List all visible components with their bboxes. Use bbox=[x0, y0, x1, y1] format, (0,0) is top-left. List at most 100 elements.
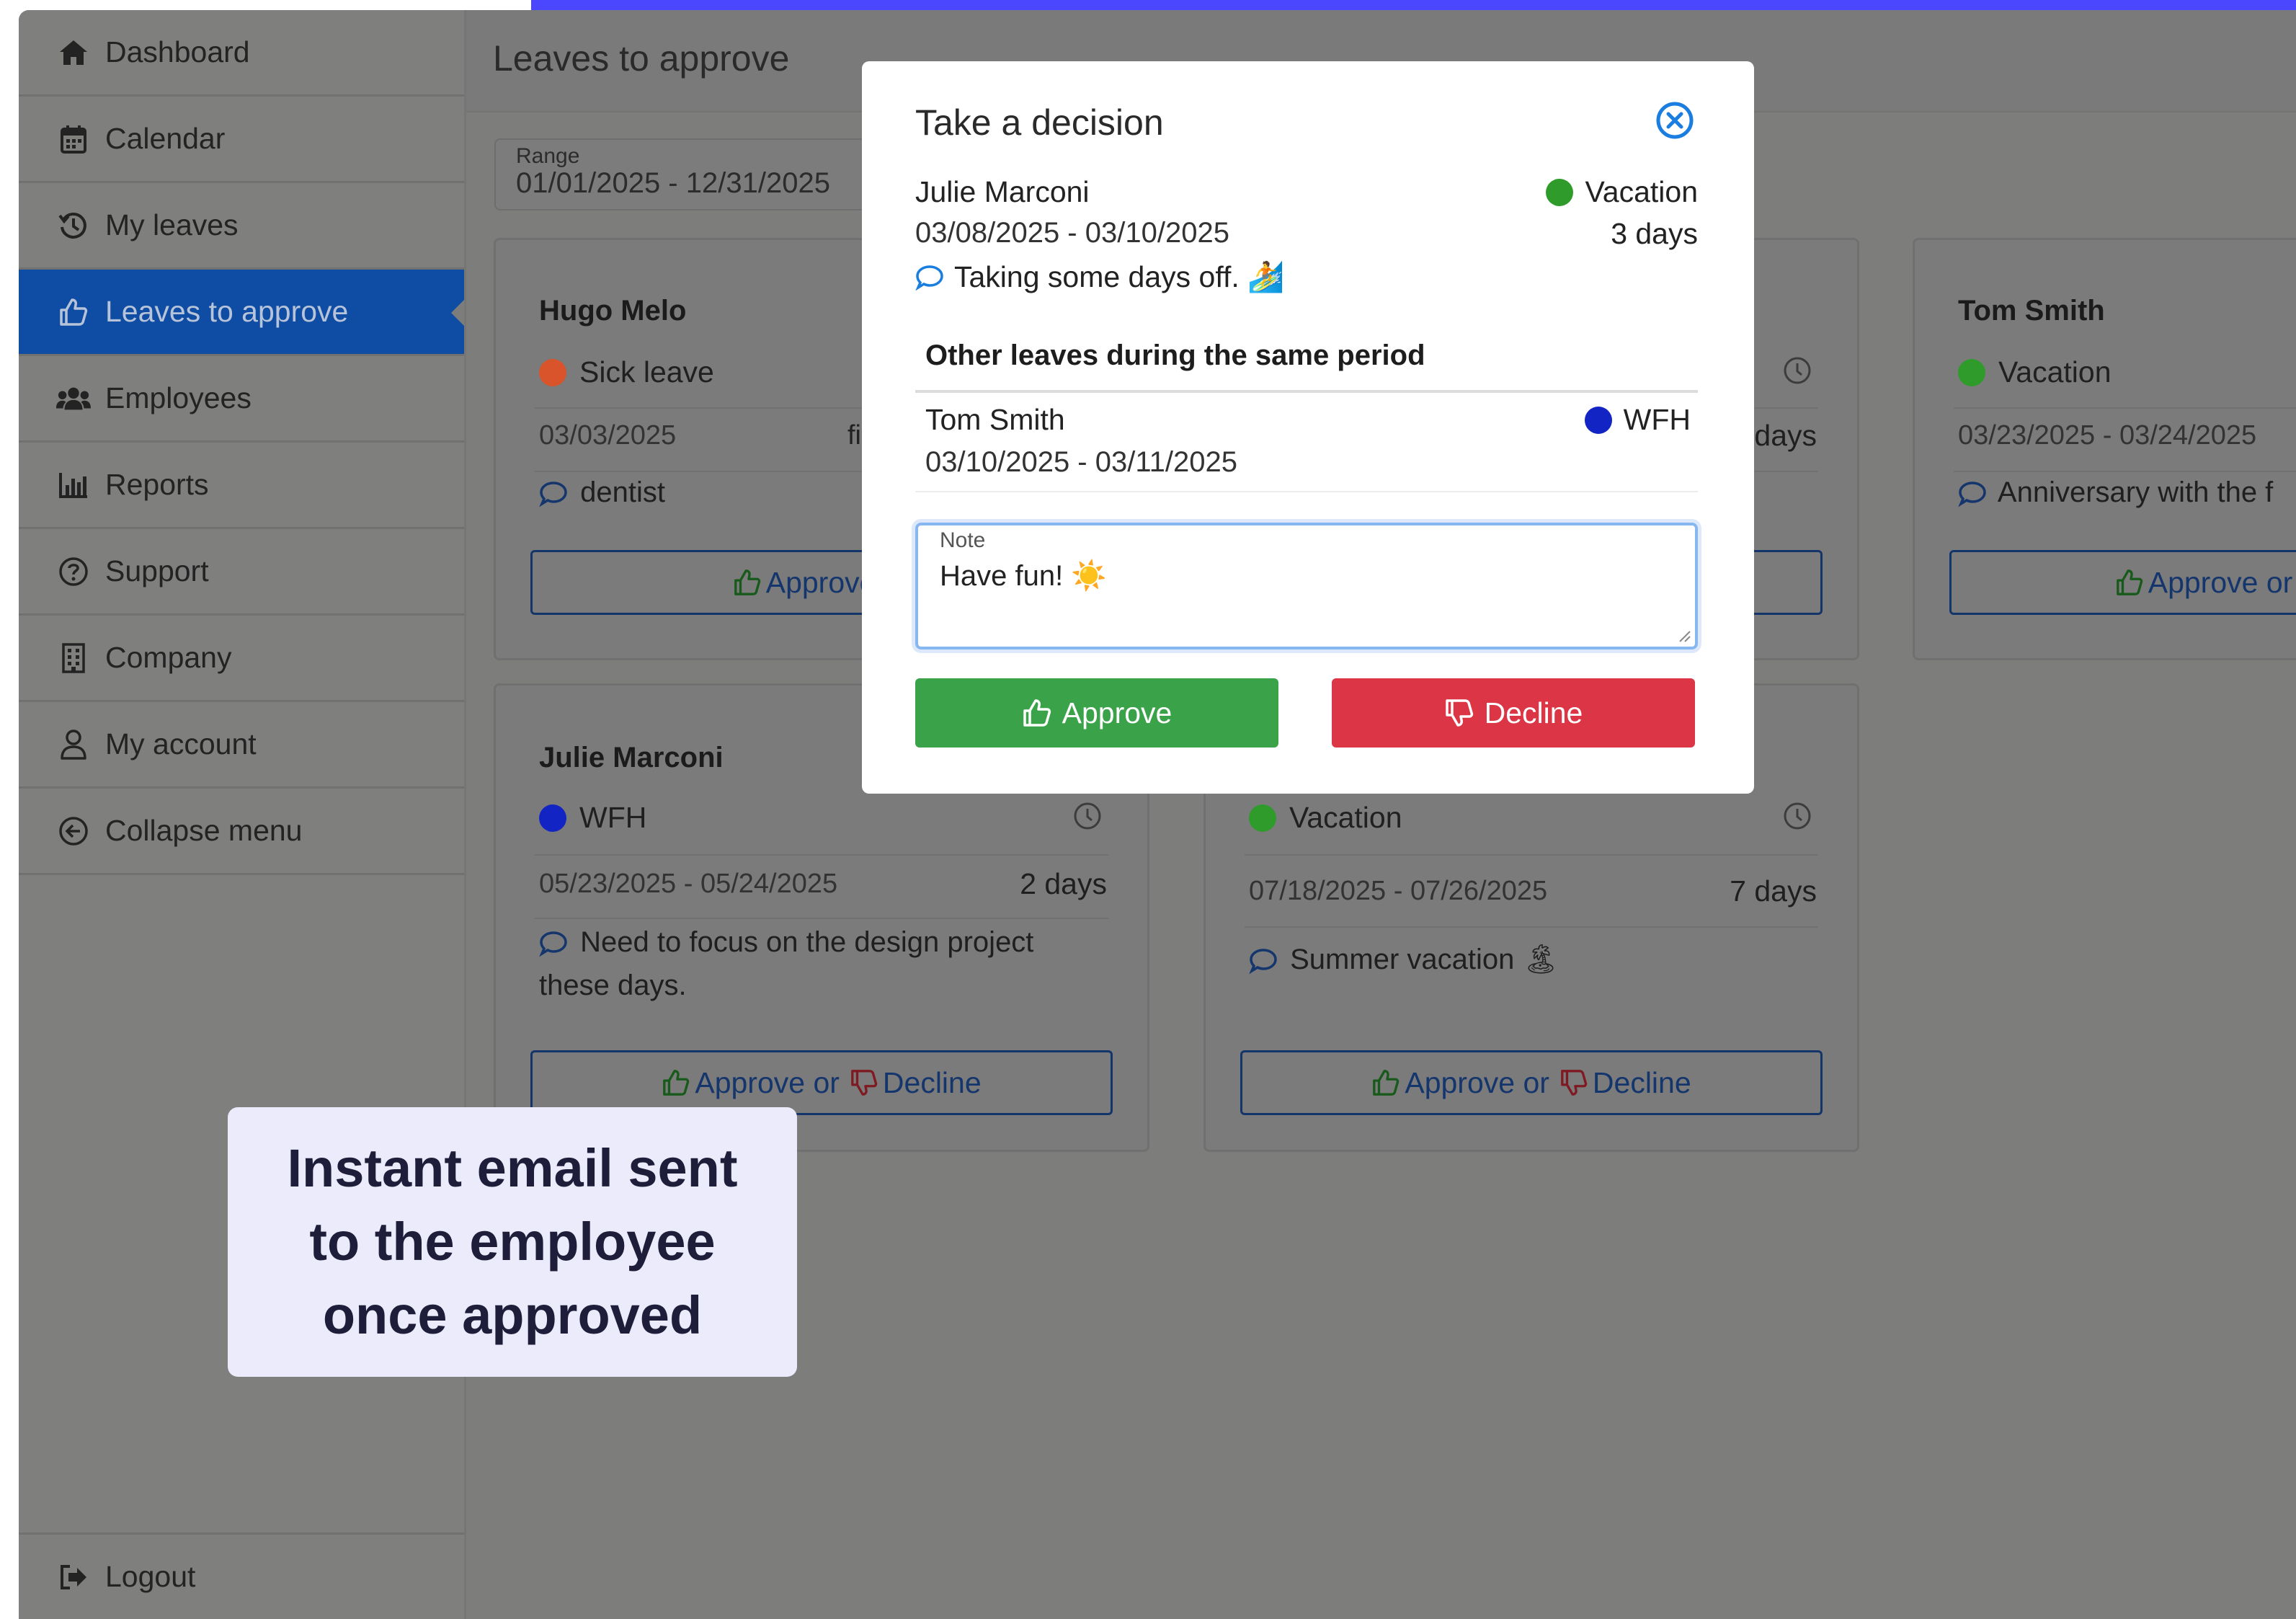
comment-text: Summer vacation 🏝 bbox=[1290, 944, 1559, 975]
sidebar-item-label: Collapse menu bbox=[105, 814, 303, 847]
sidebar-item-my-account[interactable]: My account bbox=[19, 702, 464, 789]
approve-or-decline-button[interactable]: Approve or Decline bbox=[530, 1050, 1113, 1115]
divider bbox=[535, 854, 1108, 856]
employee-name: Hugo Melo bbox=[539, 295, 687, 327]
comment-icon bbox=[915, 265, 943, 290]
leave-comment: Summer vacation 🏝 bbox=[1249, 938, 1817, 981]
info-callout: Instant email sent to the employee once … bbox=[228, 1107, 797, 1377]
leave-days-partial: fi bbox=[847, 420, 861, 451]
sick-leave-dot-icon bbox=[539, 358, 566, 386]
thumbs-down-icon bbox=[1561, 1070, 1588, 1096]
divider bbox=[1245, 926, 1818, 928]
sidebar-item-label: My leaves bbox=[105, 208, 239, 241]
decision-modal: Take a decision Julie Marconi Vacation 0… bbox=[862, 61, 1754, 794]
sidebar-item-employees[interactable]: Employees bbox=[19, 356, 464, 443]
close-icon[interactable] bbox=[1655, 100, 1695, 141]
leave-type-label: Vacation bbox=[1289, 801, 1402, 834]
decline-label: Decline bbox=[1592, 1065, 1691, 1099]
approve-or-decline-button[interactable]: Approve or bbox=[1949, 550, 2296, 615]
note-value: Have fun! ☀️ bbox=[940, 560, 1108, 592]
decline-button[interactable]: Decline bbox=[1332, 678, 1695, 748]
sidebar-item-support[interactable]: Support bbox=[19, 529, 464, 616]
sidebar-item-label: Reports bbox=[105, 468, 209, 501]
leave-type: WFH bbox=[539, 801, 646, 835]
leave-days: 7 days bbox=[1730, 874, 1817, 908]
modal-leave-type-label: Vacation bbox=[1585, 175, 1698, 208]
sidebar: Dashboard Calendar My leaves Leaves to a… bbox=[19, 10, 466, 1619]
page-title: Leaves to approve bbox=[493, 38, 790, 79]
leave-comment: Need to focus on the design project thes… bbox=[539, 921, 1107, 1007]
leave-dates: 07/18/2025 - 07/26/2025 bbox=[1249, 876, 1548, 906]
approve-label: Approve bbox=[1062, 696, 1173, 729]
comment-icon bbox=[539, 482, 567, 507]
approve-button[interactable]: Approve bbox=[915, 678, 1278, 748]
modal-comment-text: Taking some days off. 🏄 bbox=[954, 260, 1285, 293]
thumbs-up-icon bbox=[1023, 699, 1051, 727]
leave-type: Vacation bbox=[1958, 355, 2112, 389]
sidebar-item-label: Calendar bbox=[105, 122, 226, 155]
thumbs-down-icon bbox=[1445, 699, 1473, 727]
other-leaves-title: Other leaves during the same period bbox=[925, 340, 1425, 371]
employee-name: Julie Marconi bbox=[539, 742, 724, 773]
modal-title: Take a decision bbox=[915, 102, 1164, 143]
sidebar-item-calendar[interactable]: Calendar bbox=[19, 97, 464, 183]
range-value: 01/01/2025 - 12/31/2025 bbox=[516, 167, 830, 199]
leave-type-label: Vacation bbox=[1998, 355, 2112, 389]
logout-icon bbox=[56, 1560, 91, 1594]
other-leave-name: Tom Smith bbox=[925, 403, 1065, 436]
thumbs-up-icon bbox=[56, 295, 91, 329]
sidebar-item-dashboard[interactable]: Dashboard bbox=[19, 10, 464, 97]
accent-top-bar bbox=[531, 0, 2296, 10]
modal-comment: Taking some days off. 🏄 bbox=[915, 260, 1284, 295]
comment-text: Need to focus on the design project thes… bbox=[539, 926, 1034, 1001]
sidebar-item-leaves-to-approve[interactable]: Leaves to approve bbox=[19, 270, 464, 356]
employee-name: Tom Smith bbox=[1958, 295, 2105, 327]
other-leave-type-label: WFH bbox=[1623, 403, 1691, 436]
vacation-dot-icon bbox=[1958, 358, 1985, 386]
wfh-dot-icon bbox=[1584, 406, 1612, 434]
thumbs-up-icon bbox=[1373, 1070, 1400, 1096]
history-icon bbox=[56, 208, 91, 243]
modal-employee-name: Julie Marconi bbox=[915, 175, 1090, 208]
sidebar-item-company[interactable]: Company bbox=[19, 616, 464, 702]
sidebar-item-logout[interactable]: Logout bbox=[19, 1532, 464, 1619]
divider bbox=[915, 491, 1698, 492]
modal-leave-dates: 03/08/2025 - 03/10/2025 bbox=[915, 217, 1229, 249]
sidebar-item-reports[interactable]: Reports bbox=[19, 443, 464, 529]
building-icon bbox=[56, 641, 91, 675]
clock-icon bbox=[1072, 801, 1103, 831]
person-icon bbox=[56, 727, 91, 762]
thumbs-up-icon bbox=[663, 1070, 690, 1096]
app-window: Dashboard Calendar My leaves Leaves to a… bbox=[19, 10, 2296, 1619]
leave-dates: 05/23/2025 - 05/24/2025 bbox=[539, 869, 838, 899]
leave-dates: 03/03/2025 bbox=[539, 420, 677, 451]
sidebar-item-label: Dashboard bbox=[105, 35, 250, 68]
sidebar-item-label: Leaves to approve bbox=[105, 295, 349, 328]
resize-handle-icon[interactable] bbox=[1678, 629, 1691, 642]
divider bbox=[915, 390, 1698, 393]
divider bbox=[535, 918, 1108, 919]
question-circle-icon bbox=[56, 554, 91, 589]
leave-type: Vacation bbox=[1249, 801, 1402, 835]
sidebar-item-my-leaves[interactable]: My leaves bbox=[19, 183, 464, 270]
approve-or-label: Approve or bbox=[2148, 565, 2293, 599]
sidebar-item-label: Logout bbox=[105, 1560, 196, 1593]
clock-icon bbox=[1782, 801, 1812, 831]
divider bbox=[1954, 407, 2296, 409]
comment-text: Anniversary with the f bbox=[1997, 476, 2274, 508]
users-icon bbox=[56, 381, 91, 416]
thumbs-up-icon bbox=[734, 569, 760, 595]
divider bbox=[1245, 854, 1818, 856]
leave-type: Sick leave bbox=[539, 355, 714, 389]
sidebar-item-collapse-menu[interactable]: Collapse menu bbox=[19, 789, 464, 875]
range-label: Range bbox=[516, 144, 580, 168]
thumbs-up-icon bbox=[2116, 569, 2143, 595]
thumbs-down-icon bbox=[851, 1070, 878, 1096]
callout-text: Instant email sent to the employee once … bbox=[287, 1138, 738, 1345]
approve-or-decline-button[interactable]: Approve or Decline bbox=[1240, 1050, 1823, 1115]
home-icon bbox=[56, 35, 91, 70]
clock-icon bbox=[1782, 355, 1812, 386]
leave-days: days bbox=[1754, 419, 1817, 452]
vacation-dot-icon bbox=[1249, 804, 1276, 832]
leave-card-tom-smith: Tom Smith Vacation 03/23/2025 - 03/24/20… bbox=[1913, 238, 2296, 660]
